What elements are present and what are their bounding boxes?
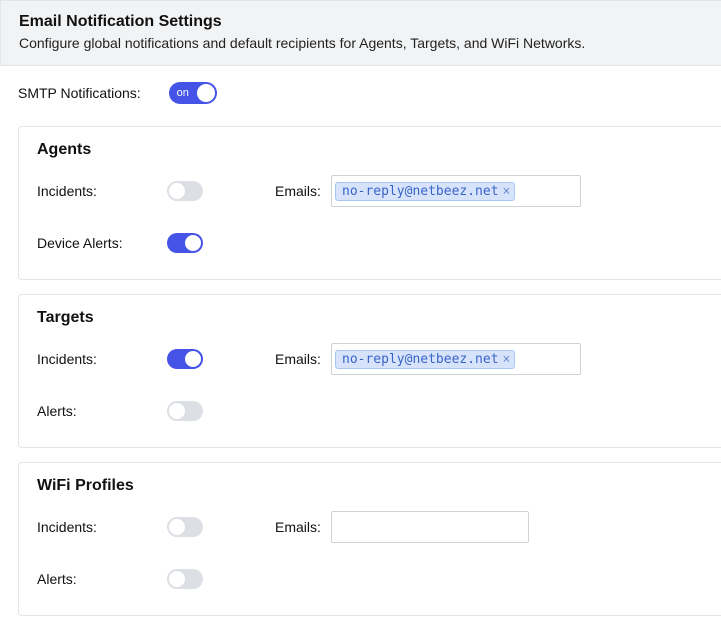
- targets-incidents-toggle[interactable]: [167, 349, 203, 369]
- toggle-knob: [185, 351, 201, 367]
- remove-email-icon[interactable]: ×: [503, 353, 511, 366]
- email-tag: no-reply@netbeez.net ×: [335, 182, 515, 201]
- page-description: Configure global notifications and defau…: [19, 35, 703, 51]
- agents-devicealerts-toggle[interactable]: [167, 233, 203, 253]
- agents-emails-label: Emails:: [275, 183, 331, 199]
- email-tag-text: no-reply@netbeez.net: [342, 352, 499, 367]
- targets-emails-input[interactable]: no-reply@netbeez.net ×: [331, 343, 581, 375]
- wifi-emails-text-input[interactable]: [335, 518, 525, 537]
- toggle-knob: [169, 571, 185, 587]
- agents-title: Agents: [37, 141, 701, 159]
- targets-alerts-label: Alerts:: [37, 403, 167, 419]
- toggle-knob: [197, 84, 215, 102]
- targets-section: Targets Incidents: Emails: no-reply@netb…: [18, 294, 721, 448]
- targets-incidents-row: Incidents: Emails: no-reply@netbeez.net …: [37, 341, 701, 377]
- settings-header: Email Notification Settings Configure gl…: [0, 0, 721, 66]
- targets-emails-text-input[interactable]: [518, 350, 577, 369]
- agents-emails-text-input[interactable]: [518, 182, 577, 201]
- wifi-incidents-toggle[interactable]: [167, 517, 203, 537]
- targets-emails-label: Emails:: [275, 351, 331, 367]
- agents-section: Agents Incidents: Emails: no-reply@netbe…: [18, 126, 721, 280]
- agents-devicealerts-row: Device Alerts:: [37, 225, 701, 261]
- toggle-knob: [169, 183, 185, 199]
- agents-devicealerts-label: Device Alerts:: [37, 235, 167, 251]
- email-tag: no-reply@netbeez.net ×: [335, 350, 515, 369]
- agents-emails-input[interactable]: no-reply@netbeez.net ×: [331, 175, 581, 207]
- wifi-incidents-label: Incidents:: [37, 519, 167, 535]
- remove-email-icon[interactable]: ×: [503, 185, 511, 198]
- targets-title: Targets: [37, 309, 701, 327]
- page-title: Email Notification Settings: [19, 13, 703, 31]
- wifi-incidents-row: Incidents: Emails:: [37, 509, 701, 545]
- toggle-knob: [185, 235, 201, 251]
- wifi-emails-label: Emails:: [275, 519, 331, 535]
- agents-incidents-row: Incidents: Emails: no-reply@netbeez.net …: [37, 173, 701, 209]
- wifi-title: WiFi Profiles: [37, 477, 701, 495]
- smtp-toggle[interactable]: on: [169, 82, 217, 104]
- smtp-label: SMTP Notifications:: [18, 85, 141, 101]
- wifi-alerts-row: Alerts:: [37, 561, 701, 597]
- wifi-emails-input[interactable]: [331, 511, 529, 543]
- targets-alerts-row: Alerts:: [37, 393, 701, 429]
- toggle-knob: [169, 519, 185, 535]
- wifi-alerts-label: Alerts:: [37, 571, 167, 587]
- smtp-toggle-text: on: [169, 88, 189, 99]
- agents-incidents-toggle[interactable]: [167, 181, 203, 201]
- email-tag-text: no-reply@netbeez.net: [342, 184, 499, 199]
- wifi-section: WiFi Profiles Incidents: Emails: Alerts:: [18, 462, 721, 616]
- targets-alerts-toggle[interactable]: [167, 401, 203, 421]
- wifi-alerts-toggle[interactable]: [167, 569, 203, 589]
- toggle-knob: [169, 403, 185, 419]
- targets-incidents-label: Incidents:: [37, 351, 167, 367]
- smtp-row: SMTP Notifications: on: [18, 82, 721, 104]
- agents-incidents-label: Incidents:: [37, 183, 167, 199]
